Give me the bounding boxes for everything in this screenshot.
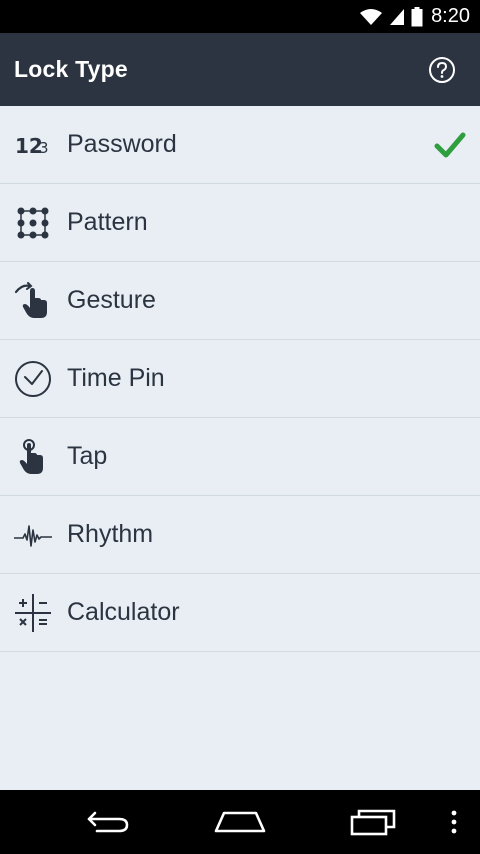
lock-type-label: Tap	[67, 442, 108, 470]
lock-type-pattern[interactable]: Pattern	[0, 184, 480, 262]
svg-text:3: 3	[39, 139, 49, 157]
status-bar: 8:20	[0, 0, 480, 33]
lock-type-password[interactable]: 12 3 Password	[0, 106, 480, 184]
checkmark-icon	[434, 129, 466, 161]
recents-icon[interactable]	[346, 790, 402, 854]
pattern-grid-icon	[13, 203, 53, 243]
clock-time: 8:20	[431, 5, 470, 27]
clock-icon	[13, 359, 53, 399]
home-icon[interactable]	[212, 790, 268, 854]
lock-type-tap[interactable]: Tap	[0, 418, 480, 496]
tap-finger-icon	[13, 437, 53, 477]
lock-type-label: Time Pin	[67, 364, 165, 392]
lock-type-list: 12 3 Password Pattern Gesture Time Pin T…	[0, 106, 480, 652]
lock-type-calculator[interactable]: Calculator	[0, 574, 480, 652]
gesture-hand-icon	[13, 281, 53, 321]
page-title: Lock Type	[14, 56, 128, 82]
app-bar: Lock Type	[0, 33, 480, 106]
lock-type-label: Rhythm	[67, 520, 154, 548]
lock-type-label: Password	[67, 130, 177, 158]
nav-bar	[0, 790, 480, 854]
lock-type-time-pin[interactable]: Time Pin	[0, 340, 480, 418]
help-circle-icon[interactable]	[428, 56, 456, 84]
back-icon[interactable]	[80, 790, 136, 854]
lock-type-label: Gesture	[67, 286, 156, 314]
lock-type-gesture[interactable]: Gesture	[0, 262, 480, 340]
lock-type-label: Pattern	[67, 208, 148, 236]
rhythm-wave-icon	[13, 515, 53, 555]
lock-type-label: Calculator	[67, 598, 180, 626]
calculator-icon	[13, 593, 53, 633]
battery-icon	[411, 6, 423, 27]
wifi-icon	[359, 8, 383, 26]
password-123-icon: 12 3	[13, 125, 53, 165]
overflow-menu-icon[interactable]	[444, 790, 464, 854]
signal-icon	[389, 8, 405, 26]
lock-type-rhythm[interactable]: Rhythm	[0, 496, 480, 574]
